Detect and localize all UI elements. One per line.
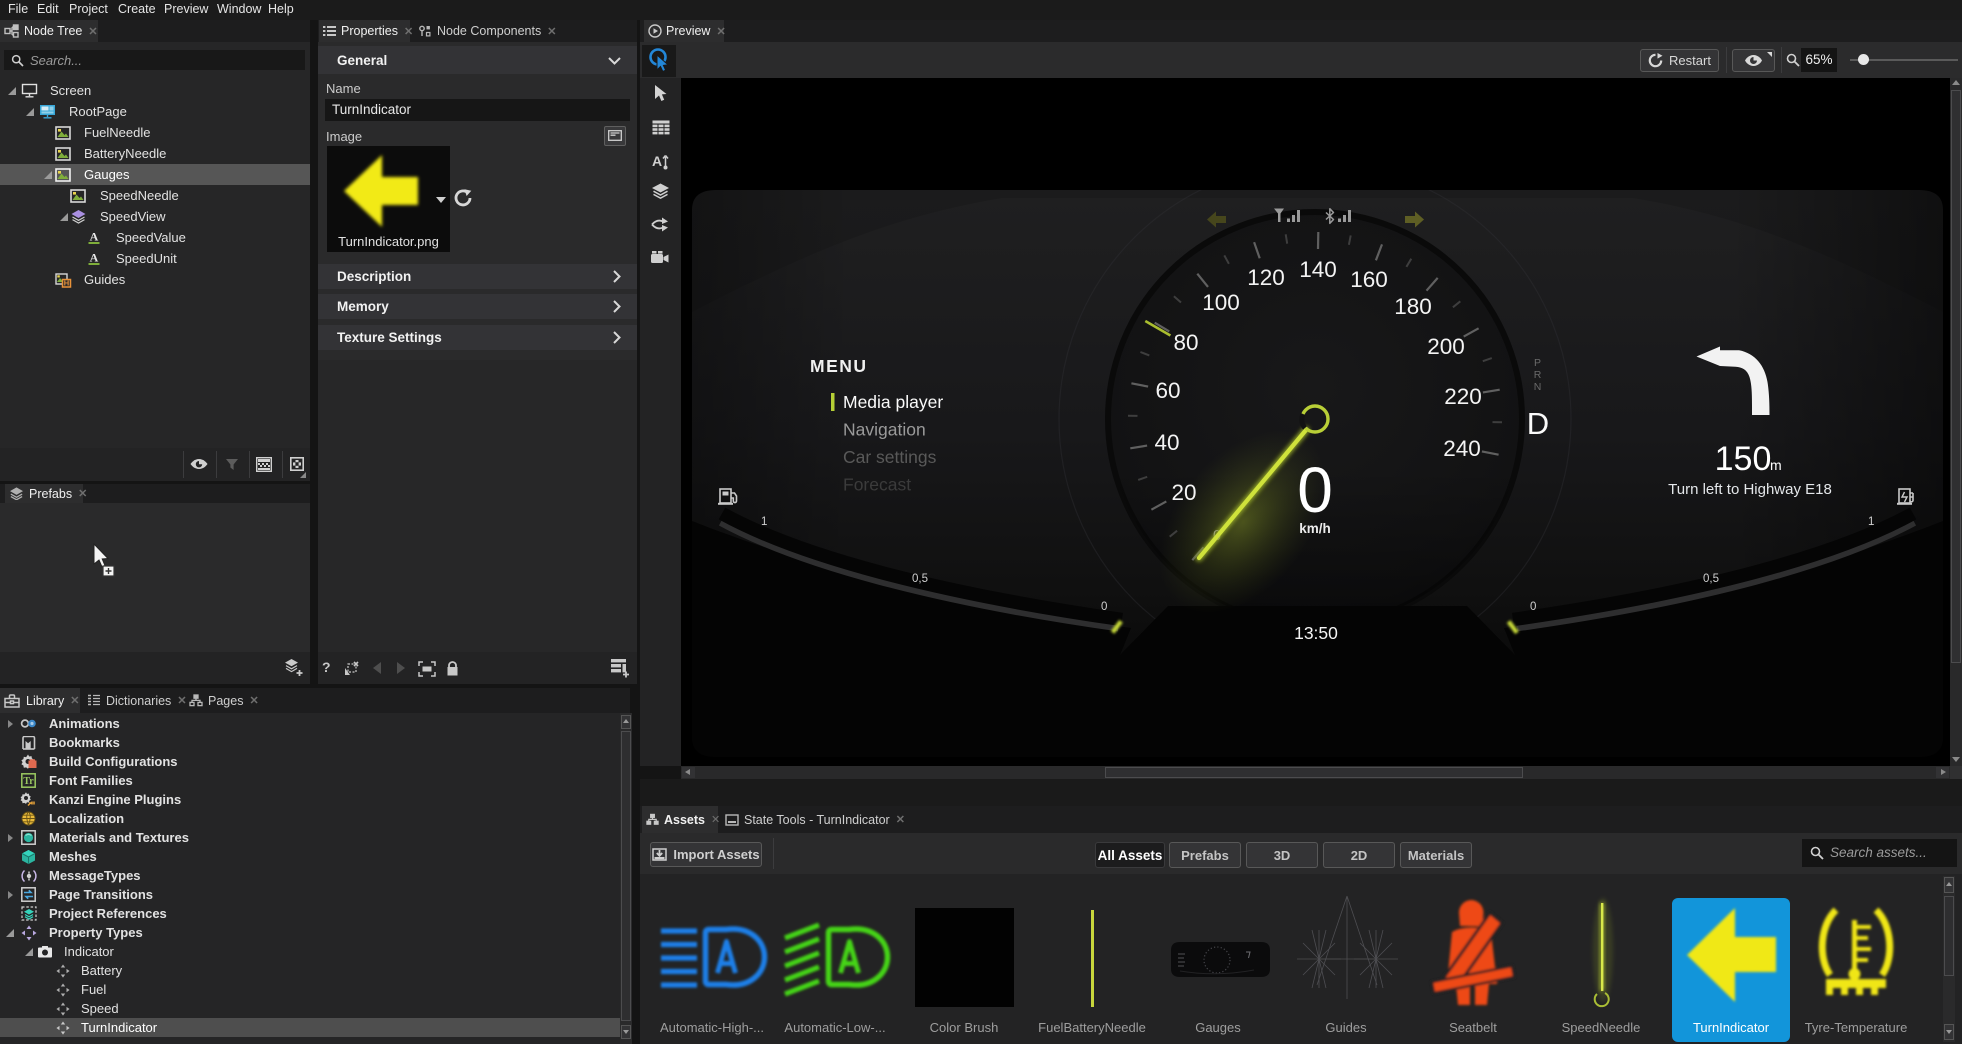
svg-text:0: 0 — [1101, 601, 1107, 613]
svg-text:200: 200 — [1427, 334, 1465, 359]
svg-text:Media player: Media player — [843, 392, 943, 412]
svg-text:D: D — [1527, 406, 1549, 441]
svg-text:km/h: km/h — [1299, 521, 1331, 536]
svg-text:m: m — [1770, 457, 1782, 473]
svg-text:Navigation: Navigation — [843, 420, 926, 440]
svg-text:100: 100 — [1202, 290, 1240, 315]
svg-text:150: 150 — [1715, 440, 1772, 478]
svg-text:MENU: MENU — [810, 356, 868, 376]
svg-text:0,5: 0,5 — [1703, 573, 1719, 585]
svg-text:Forecast: Forecast — [843, 475, 911, 495]
svg-text:A: A — [90, 251, 99, 265]
svg-text:1: 1 — [1868, 516, 1874, 528]
svg-text:Tr: Tr — [23, 776, 34, 787]
svg-text:60: 60 — [1155, 378, 1180, 403]
svg-text:140: 140 — [1299, 257, 1337, 282]
svg-text:240: 240 — [1443, 436, 1481, 461]
svg-text:220: 220 — [1444, 384, 1482, 409]
svg-text:R: R — [1534, 369, 1542, 381]
svg-text:0: 0 — [1530, 601, 1536, 613]
svg-text:A: A — [90, 230, 99, 244]
svg-text:P: P — [1534, 357, 1541, 369]
svg-text:Turn left to Highway E18: Turn left to Highway E18 — [1668, 481, 1832, 498]
svg-text:1: 1 — [761, 516, 767, 528]
svg-text:160: 160 — [1350, 267, 1388, 292]
svg-text:H: H — [64, 279, 69, 288]
svg-text:120: 120 — [1247, 265, 1285, 290]
svg-text:N: N — [1534, 381, 1542, 393]
svg-text:Car settings: Car settings — [843, 447, 937, 467]
svg-text:20: 20 — [1171, 480, 1196, 505]
svg-text:A: A — [652, 153, 662, 169]
svg-text:80: 80 — [1173, 330, 1198, 355]
svg-text:180: 180 — [1394, 294, 1432, 319]
svg-text:13:50: 13:50 — [1294, 623, 1338, 643]
svg-text:40: 40 — [1154, 430, 1179, 455]
svg-text:0,5: 0,5 — [912, 573, 928, 585]
svg-text:0: 0 — [1297, 454, 1333, 526]
